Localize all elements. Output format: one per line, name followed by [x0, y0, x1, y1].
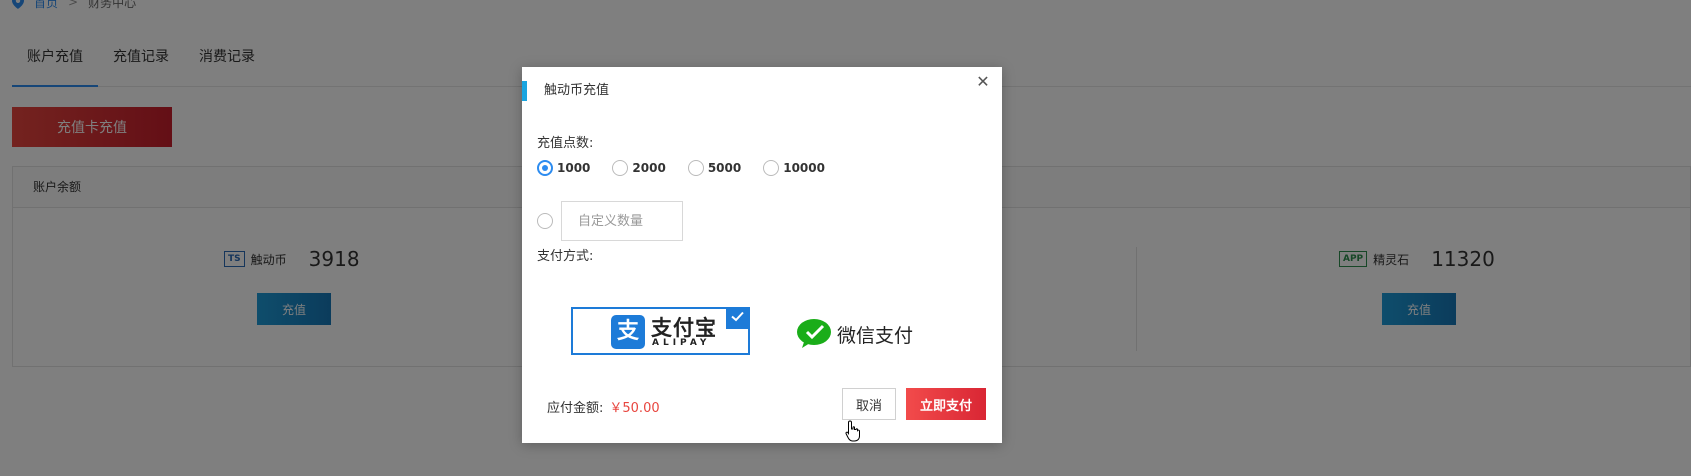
radio-icon — [687, 160, 704, 176]
wechat-pay-option[interactable]: 微信支付 — [797, 307, 927, 357]
custom-amount-input[interactable] — [561, 201, 683, 241]
amount-row: 应付金额: ￥50.00 — [547, 397, 660, 416]
option-label: 2000 — [632, 161, 666, 175]
alipay-logo-icon: 支 — [611, 315, 645, 349]
recharge-modal: 触动币充值 ✕ 充值点数: 1000 2000 5000 10000 支付方式:… — [522, 67, 1002, 443]
option-1000[interactable]: 1000 — [537, 160, 590, 176]
wechat-pay-text: 微信支付 — [837, 325, 914, 347]
close-icon[interactable]: ✕ — [974, 73, 992, 91]
amount-value: ￥50.00 — [609, 401, 660, 416]
radio-icon — [763, 160, 780, 176]
option-label: 5000 — [707, 161, 742, 175]
alipay-option[interactable]: 支 支付宝 ALIPAY — [571, 307, 750, 355]
hand-cursor-icon — [845, 420, 860, 442]
custom-radio-icon[interactable] — [537, 213, 553, 229]
option-10000[interactable]: 10000 — [763, 160, 825, 176]
option-5000[interactable]: 5000 — [687, 160, 742, 176]
radio-selected-icon — [537, 160, 553, 176]
option-label: 10000 — [783, 161, 825, 175]
alipay-subtext: ALIPAY — [652, 338, 711, 348]
points-options: 1000 2000 5000 10000 — [537, 160, 847, 176]
amount-label: 应付金额: — [547, 401, 604, 416]
points-label: 充值点数: — [537, 136, 594, 151]
modal-title: 触动币充值 — [522, 81, 609, 101]
cancel-button[interactable]: 取消 — [842, 388, 896, 420]
pay-now-button[interactable]: 立即支付 — [906, 388, 986, 420]
wechat-logo-icon — [797, 319, 831, 348]
custom-amount-row — [537, 201, 683, 241]
payment-label: 支付方式: — [537, 249, 594, 264]
selected-check-icon — [726, 307, 750, 329]
radio-icon — [612, 160, 629, 176]
option-label: 1000 — [557, 161, 591, 175]
option-2000[interactable]: 2000 — [612, 160, 666, 176]
